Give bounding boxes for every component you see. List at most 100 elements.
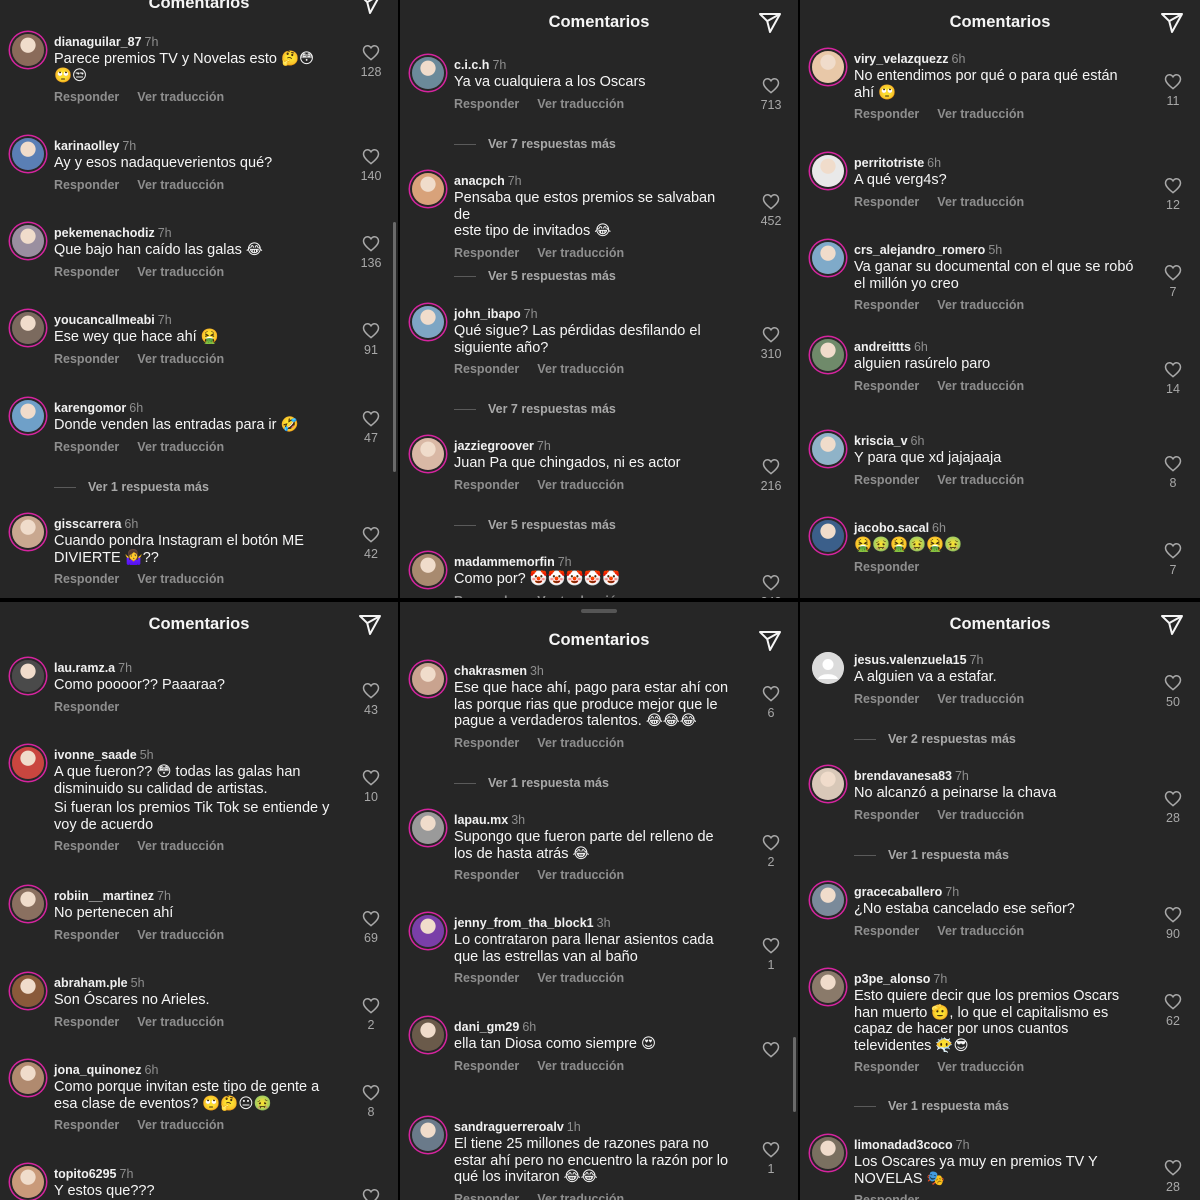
avatar[interactable]	[12, 400, 44, 432]
avatar[interactable]	[812, 520, 844, 552]
reply-button[interactable]: Responder	[454, 594, 519, 599]
like-button[interactable]: 310	[758, 326, 784, 361]
username[interactable]: jenny_from_tha_block1	[454, 916, 594, 930]
like-button[interactable]: 11	[1160, 73, 1186, 108]
heart-icon[interactable]	[758, 685, 784, 702]
heart-icon[interactable]	[758, 326, 784, 343]
username[interactable]: sandraguerreroalv	[454, 1120, 564, 1134]
reply-button[interactable]: Responder	[54, 1118, 119, 1132]
like-button[interactable]: 91	[358, 322, 384, 357]
view-replies-link[interactable]: Ver 2 respuestas más	[854, 732, 1016, 746]
avatar[interactable]	[12, 660, 44, 692]
like-button[interactable]: 2	[758, 834, 784, 869]
avatar[interactable]	[412, 812, 444, 844]
view-replies-label[interactable]: Ver 5 respuestas más	[488, 518, 616, 532]
like-button[interactable]: 8	[1160, 455, 1186, 490]
username[interactable]: dianaguilar_87	[54, 35, 142, 49]
reply-button[interactable]: Responder	[854, 1060, 919, 1074]
view-replies-link[interactable]: Ver 5 respuestas más	[454, 518, 616, 532]
heart-icon[interactable]	[358, 44, 384, 61]
like-button[interactable]: 7	[1160, 264, 1186, 299]
translate-button[interactable]: Ver traducción	[137, 928, 224, 942]
like-button[interactable]: 136	[358, 235, 384, 270]
avatar[interactable]	[412, 554, 444, 586]
reply-button[interactable]: Responder	[54, 700, 119, 714]
reply-button[interactable]: Responder	[54, 572, 119, 586]
heart-icon[interactable]	[758, 574, 784, 591]
heart-icon[interactable]	[358, 235, 384, 252]
translate-button[interactable]: Ver traducción	[537, 246, 624, 260]
view-replies-label[interactable]: Ver 5 respuestas más	[488, 269, 616, 283]
like-button[interactable]: 1	[758, 937, 784, 972]
username[interactable]: andreittts	[854, 340, 911, 354]
username[interactable]: kriscia_v	[854, 434, 908, 448]
heart-icon[interactable]	[358, 410, 384, 427]
reply-button[interactable]: Responder	[454, 1059, 519, 1073]
translate-button[interactable]: Ver traducción	[137, 572, 224, 586]
heart-icon[interactable]	[1160, 542, 1186, 559]
heart-icon[interactable]	[758, 834, 784, 851]
like-button[interactable]: 128	[358, 44, 384, 79]
reply-button[interactable]: Responder	[54, 1015, 119, 1029]
username[interactable]: chakrasmen	[454, 664, 527, 678]
avatar[interactable]	[412, 1019, 444, 1051]
translate-button[interactable]: Ver traducción	[937, 473, 1024, 487]
username[interactable]: robiin__martinez	[54, 889, 154, 903]
like-button[interactable]: 242	[758, 574, 784, 598]
heart-icon[interactable]	[758, 458, 784, 475]
username[interactable]: jacobo.sacal	[854, 521, 929, 535]
like-button[interactable]: 713	[758, 77, 784, 112]
avatar[interactable]	[412, 306, 444, 338]
scrollbar[interactable]	[793, 1037, 796, 1112]
translate-button[interactable]: Ver traducción	[537, 736, 624, 750]
avatar[interactable]	[412, 173, 444, 205]
like-button[interactable]: 10	[358, 769, 384, 804]
view-replies-label[interactable]: Ver 7 respuestas más	[488, 137, 616, 151]
send-icon[interactable]	[1160, 11, 1184, 35]
avatar[interactable]	[812, 768, 844, 800]
like-button[interactable]	[358, 1188, 384, 1200]
reply-button[interactable]: Responder	[854, 692, 919, 706]
like-button[interactable]: 50	[1160, 674, 1186, 709]
view-replies-link[interactable]: Ver 1 respuesta más	[454, 776, 609, 790]
avatar[interactable]	[412, 57, 444, 89]
send-icon[interactable]	[358, 0, 382, 16]
username[interactable]: john_ibapo	[454, 307, 521, 321]
translate-button[interactable]: Ver traducción	[137, 1118, 224, 1132]
avatar[interactable]	[812, 339, 844, 371]
reply-button[interactable]: Responder	[454, 362, 519, 376]
heart-icon[interactable]	[758, 193, 784, 210]
translate-button[interactable]: Ver traducción	[137, 839, 224, 853]
username[interactable]: brendavanesa83	[854, 769, 952, 783]
translate-button[interactable]: Ver traducción	[537, 1059, 624, 1073]
username[interactable]: ivonne_saade	[54, 748, 137, 762]
reply-button[interactable]: Responder	[54, 90, 119, 104]
reply-button[interactable]: Responder	[854, 107, 919, 121]
like-button[interactable]	[758, 1041, 784, 1062]
avatar[interactable]	[12, 888, 44, 920]
translate-button[interactable]: Ver traducción	[937, 692, 1024, 706]
translate-button[interactable]: Ver traducción	[537, 97, 624, 111]
avatar[interactable]	[412, 1119, 444, 1151]
view-replies-label[interactable]: Ver 1 respuesta más	[488, 776, 609, 790]
heart-icon[interactable]	[358, 769, 384, 786]
username[interactable]: youcancallmeabi	[54, 313, 155, 327]
like-button[interactable]: 140	[358, 148, 384, 183]
username[interactable]: anacpch	[454, 174, 505, 188]
translate-button[interactable]: Ver traducción	[537, 362, 624, 376]
avatar[interactable]	[812, 884, 844, 916]
scrollbar[interactable]	[393, 222, 396, 472]
avatar[interactable]	[812, 155, 844, 187]
like-button[interactable]: 452	[758, 193, 784, 228]
drag-handle[interactable]	[581, 609, 617, 613]
reply-button[interactable]: Responder	[854, 808, 919, 822]
avatar[interactable]	[12, 975, 44, 1007]
reply-button[interactable]: Responder	[454, 736, 519, 750]
translate-button[interactable]: Ver traducción	[137, 1015, 224, 1029]
view-replies-label[interactable]: Ver 2 respuestas más	[888, 732, 1016, 746]
translate-button[interactable]: Ver traducción	[137, 352, 224, 366]
like-button[interactable]: 14	[1160, 361, 1186, 396]
username[interactable]: karengomor	[54, 401, 126, 415]
like-button[interactable]: 7	[1160, 542, 1186, 577]
send-icon[interactable]	[1160, 613, 1184, 637]
